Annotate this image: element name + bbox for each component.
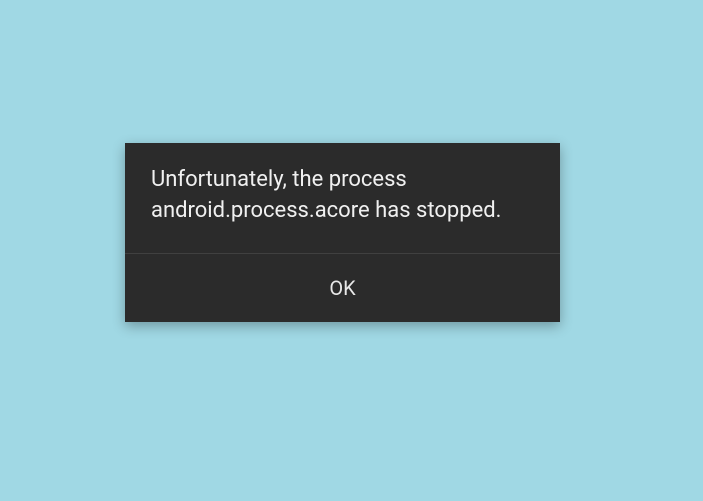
dialog-message: Unfortunately, the process android.proce… [125,143,560,254]
error-dialog: Unfortunately, the process android.proce… [125,143,560,322]
ok-button[interactable]: OK [125,254,560,322]
